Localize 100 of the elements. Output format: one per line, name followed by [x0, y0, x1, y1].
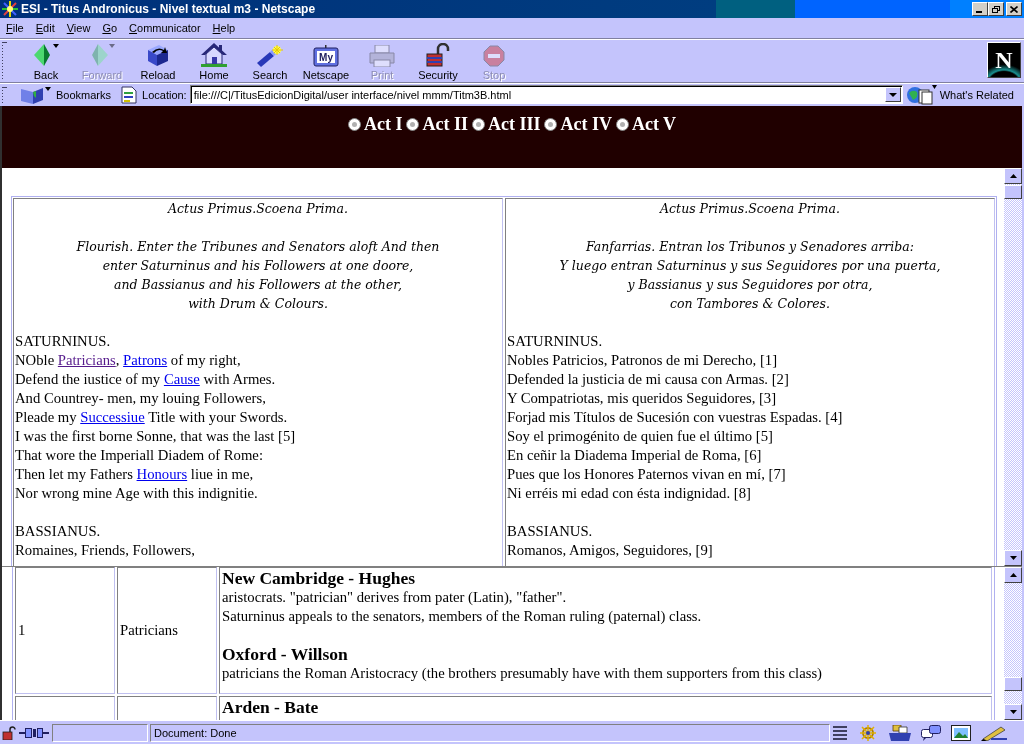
pen-icon[interactable]: [981, 724, 1007, 741]
arrow-up-icon: [1009, 174, 1017, 178]
monitor-icon: My: [313, 45, 339, 67]
act-link[interactable]: Act I: [347, 114, 403, 135]
verse-line: I was the first borne Sonne, that was the last [5]: [15, 427, 297, 446]
caret-down-icon: [888, 92, 897, 97]
flashlight-icon: [257, 45, 283, 67]
verse-line: Pleade my Successiue Title with your Swords.: [15, 408, 289, 427]
speaker-name: SATURNINUS.: [15, 332, 112, 351]
ship-wheel-icon[interactable]: [857, 724, 879, 741]
padlock-icon: [426, 43, 450, 67]
scrollbar-thumb[interactable]: [1004, 677, 1022, 691]
window-title: ESI - Titus Andronicus - Nivel textual m3 - Netscape: [21, 2, 316, 16]
toolbar-button[interactable]: My Netscape: [298, 42, 354, 82]
menu-item[interactable]: File: [0, 22, 30, 34]
scroll-down-button[interactable]: [1004, 550, 1022, 566]
logo[interactable]: N: [987, 42, 1021, 78]
verse-line: Defend the iustice of my Cause with Armes.: [15, 370, 277, 389]
scene-heading: Actus Primus.Scoena Prima.: [658, 200, 841, 218]
verse-line: That wore the Imperiall Diadem of Rome:: [15, 446, 264, 465]
note-text: Saturninus appeals to the senators, members of the Roman ruling (paternal) class.: [222, 607, 703, 626]
note-text: aristocrats. "patrician" derives from pater (Latin), "father".: [222, 588, 568, 607]
chat-bubbles-icon[interactable]: [921, 724, 941, 741]
verse-line: En ceñir la Diadema Imperial de Roma, [6]: [507, 446, 763, 465]
menu-item[interactable]: Go: [96, 22, 124, 34]
grip-lines-icon[interactable]: [833, 724, 847, 741]
verse-line: Ni erréis mi edad con ésta indignidad. [8]: [507, 484, 752, 503]
radio-icon: [471, 118, 485, 131]
verse-line: Pues que los Honores Paternos vivan en mí, [7]: [507, 465, 787, 484]
speaker-name: SATURNINUS.: [507, 332, 604, 351]
toolbar-grip[interactable]: [1, 41, 8, 80]
menu-item[interactable]: Help: [206, 22, 242, 34]
book-icon: [21, 85, 51, 104]
note-source: Arden - Bate: [222, 698, 320, 717]
minimize-button[interactable]: [972, 2, 988, 16]
menu-item[interactable]: Communicator: [123, 22, 207, 34]
restore-icon: [992, 5, 1000, 13]
scene-heading: Actus Primus.Scoena Prima.: [166, 200, 349, 218]
word-link[interactable]: Cause: [163, 371, 200, 387]
word-link[interactable]: Patrons: [123, 352, 168, 368]
word-link[interactable]: Patricians: [57, 352, 116, 368]
toolbar-grip[interactable]: [1, 86, 8, 104]
dropdown-button[interactable]: [884, 87, 901, 102]
printer-icon: [369, 45, 395, 67]
close-icon: [1010, 5, 1018, 13]
globe-pages-icon: [906, 84, 937, 105]
note-text: patricians the Roman Aristocracy (the brothers presumably have with them supporters from this class): [222, 664, 823, 683]
menu-item[interactable]: Edit: [29, 22, 61, 34]
page-icon[interactable]: [121, 85, 138, 104]
verse-line: Y Compatriotas, mis queridos Seguidores, [3]: [507, 389, 778, 408]
toolbar-button[interactable]: Home: [186, 42, 242, 82]
location-label: Location:: [142, 88, 187, 101]
bookmarks-button[interactable]: Bookmarks: [21, 85, 112, 104]
close-button[interactable]: [1006, 2, 1022, 16]
verse-line: Forjad mis Títulos de Sucesión con vuestras Espadas. [4]: [507, 408, 844, 427]
verse-line: And Countrey- men, my louing Followers,: [15, 389, 267, 408]
note-number: 1: [18, 621, 26, 640]
arrow-down-icon: [1009, 710, 1017, 714]
stage-direction: Flourish. Enter the Tribunes and Senators aloft And then enter Saturninus and his Followers at one doore, and Bassianus and his Followers at the other, with Drum & Colours.: [75, 238, 441, 313]
padlock-icon[interactable]: [2, 725, 16, 740]
toolbar-button[interactable]: Reload: [130, 42, 186, 82]
radio-icon: [615, 118, 629, 131]
verse-line: Nor wrong mine Age with this indignitie.: [15, 484, 259, 503]
act-link[interactable]: Act V: [615, 114, 677, 135]
radio-icon: [406, 118, 420, 131]
act-link[interactable]: Act II: [406, 114, 468, 135]
stage-direction: Fanfarrias. Entran los Tribunos y Senadores arriba: Y luego entran Saturninus y sus Seguidores por una puerta, y Bassianus y sus Seguidores por otra, con Tambores & Colores.: [558, 238, 942, 313]
menu-item[interactable]: View: [60, 22, 97, 34]
whats-related-button[interactable]: What's Related: [906, 84, 1014, 105]
verse-line: Soy el primogénito de quien fue el último [5]: [507, 427, 774, 446]
verse-line: Then let my Fathers Honours liue in me,: [15, 465, 255, 484]
inbox-icon[interactable]: [889, 724, 911, 741]
arrow-down-icon: [1009, 556, 1017, 560]
scrollbar-thumb[interactable]: [1004, 185, 1022, 199]
note-source: New Cambridge - Hughes: [222, 569, 416, 588]
scroll-up-button[interactable]: [1004, 168, 1022, 184]
verse-line: NOble Patricians, Patrons of my right,: [15, 351, 242, 370]
scroll-down-button[interactable]: [1004, 704, 1022, 720]
speaker-name: BASSIANUS.: [15, 522, 102, 541]
restore-button[interactable]: [988, 2, 1004, 16]
toolbar-button[interactable]: Search: [242, 42, 298, 82]
scroll-up-button[interactable]: [1004, 567, 1022, 583]
plug-icon[interactable]: [19, 726, 49, 739]
location-field[interactable]: file:///C|/TitusEdicionDigital/user interface/nivel mmm/Titm3B.html: [189, 85, 903, 104]
verse-line: Defended la justicia de mi causa con Armas. [2]: [507, 370, 790, 389]
arrow-up-icon: [1009, 573, 1017, 577]
note-word: Patricians: [120, 621, 178, 640]
word-link[interactable]: Successiue: [80, 409, 145, 425]
toolbar-button[interactable]: Security: [410, 42, 466, 82]
toolbar-button[interactable]: Back: [18, 42, 74, 82]
speaker-name: BASSIANUS.: [507, 522, 594, 541]
act-link[interactable]: Act IV: [544, 114, 612, 135]
verse-line: Romanos, Amigos, Seguidores, [9]: [507, 541, 714, 560]
note-source: Oxford - Willson: [222, 645, 349, 664]
picture-frame-icon[interactable]: [951, 724, 971, 741]
house-icon: [201, 43, 227, 67]
status-message: Document: Done: [150, 723, 830, 742]
word-link[interactable]: Honours: [136, 466, 188, 482]
verse-line: Romaines, Friends, Followers,: [15, 541, 196, 560]
act-link[interactable]: Act III: [471, 114, 541, 135]
